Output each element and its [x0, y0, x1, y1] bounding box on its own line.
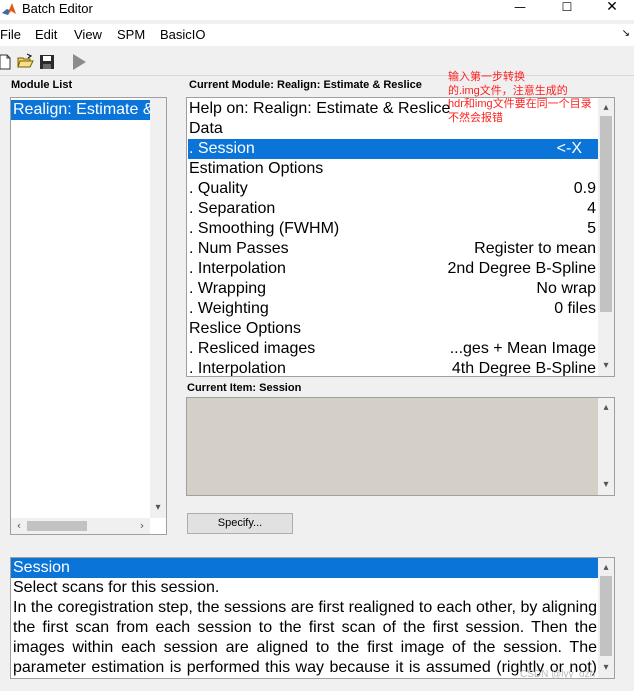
module-row-value: <-X [556, 140, 582, 157]
module-row-value: 4th Degree B-Spline [451, 360, 596, 377]
matlab-app-icon [2, 3, 16, 15]
module-row[interactable]: . Session <-X [188, 139, 598, 159]
scroll-right-icon[interactable]: › [134, 518, 150, 534]
scroll-down-icon[interactable]: ▾ [598, 660, 614, 676]
annotation-line: hdr和img文件要在同一个目录 [448, 98, 592, 110]
module-row-label: . Resliced images [189, 340, 316, 357]
module-row-label: . Separation [189, 200, 276, 217]
minimize-button[interactable]: — [498, 0, 542, 16]
menu-edit[interactable]: Edit [35, 27, 57, 43]
menu-bar: File Edit View SPM BasicIO ↘ [0, 24, 634, 46]
module-row-value: Register to mean [474, 240, 596, 257]
module-row-value: 5 [587, 220, 596, 237]
module-row[interactable]: . Wrapping No wrap [188, 279, 598, 299]
help-panel: Session Select scans for this session. I… [10, 557, 615, 679]
module-row-label: Help on: Realign: Estimate & Reslice [189, 100, 451, 117]
close-button[interactable]: ✕ [590, 0, 634, 16]
current-module-vscrollbar[interactable]: ▴ ▾ [598, 98, 614, 376]
module-row-value: 0 files [554, 300, 596, 317]
module-row[interactable]: Reslice Options [188, 319, 598, 339]
menu-file[interactable]: File [0, 27, 21, 43]
module-row-label: . Interpolation [189, 360, 286, 377]
menu-view[interactable]: View [74, 27, 102, 43]
module-row[interactable]: . Smoothing (FWHM) 5 [188, 219, 598, 239]
module-row-label: . Smoothing (FWHM) [189, 220, 340, 237]
scroll-up-icon[interactable]: ▴ [598, 560, 614, 576]
module-row-label: Reslice Options [189, 320, 302, 337]
current-item-vscrollbar[interactable]: ▴ ▾ [598, 398, 614, 495]
module-list-hscrollbar[interactable]: ‹ › [11, 518, 150, 534]
module-row-label: . Weighting [189, 300, 269, 317]
dock-arrow-icon[interactable]: ↘ [622, 28, 630, 39]
module-row-label: Data [189, 120, 223, 137]
open-folder-icon[interactable] [16, 53, 34, 71]
module-row[interactable]: . Resliced images ...ges + Mean Image [188, 339, 598, 359]
menu-spm[interactable]: SPM [117, 27, 145, 43]
help-lead: Select scans for this session. [13, 579, 220, 596]
run-icon[interactable] [70, 53, 88, 71]
maximize-button[interactable]: ☐ [545, 0, 589, 16]
help-vscrollbar[interactable]: ▴ ▾ [598, 558, 614, 678]
annotation-note: 输入第一步转换 的.img文件，注意生成的 hdr和img文件要在同一个目录 不… [448, 71, 623, 125]
module-row-label: . Wrapping [189, 280, 267, 297]
module-row[interactable]: . Num Passes Register to mean [188, 239, 598, 259]
module-row[interactable]: . Weighting 0 files [188, 299, 598, 319]
module-list-vscrollbar[interactable]: ▾ [150, 98, 166, 518]
scroll-down-icon[interactable]: ▾ [150, 500, 166, 516]
current-module-panel: Help on: Realign: Estimate & Reslice Data… [186, 97, 615, 377]
module-row-label: . Num Passes [189, 240, 289, 257]
module-row[interactable]: . Separation 4 [188, 199, 598, 219]
module-row-label: . Quality [189, 180, 248, 197]
specify-button[interactable]: Specify... [187, 513, 293, 534]
window-title: Batch Editor [22, 1, 93, 16]
scroll-up-icon[interactable]: ▴ [598, 400, 614, 416]
scroll-left-icon[interactable]: ‹ [11, 518, 27, 534]
module-row[interactable]: . Interpolation 2nd Degree B-Spline [188, 259, 598, 279]
module-row-value: 4 [587, 200, 596, 217]
annotation-line: 输入第一步转换 [448, 71, 525, 83]
module-row-value: No wrap [536, 280, 596, 297]
module-list-item[interactable]: Realign: Estimate & Reslice [11, 100, 150, 120]
annotation-line: 不然会报错 [448, 111, 503, 124]
vscroll-thumb[interactable] [600, 116, 612, 312]
module-list-heading: Module List [11, 79, 73, 91]
save-icon[interactable] [38, 53, 56, 71]
hscroll-thumb[interactable] [27, 521, 87, 531]
watermark: CSDN @lyy_ozh [520, 669, 596, 680]
help-title: Session [11, 558, 599, 578]
new-file-icon[interactable] [0, 53, 14, 71]
scroll-down-icon[interactable]: ▾ [598, 358, 614, 374]
help-body: In the coregistration step, the sessions… [13, 599, 597, 676]
module-row[interactable]: . Quality 0.9 [188, 179, 598, 199]
module-list-panel: Realign: Estimate & Reslice ▾ ‹ › [10, 97, 167, 535]
annotation-line: 的.img文件，注意生成的 [448, 84, 568, 97]
title-bar: Batch Editor — ☐ ✕ [0, 0, 634, 20]
module-row-value: ...ges + Mean Image [449, 340, 596, 357]
current-item-panel[interactable]: ▴ ▾ [186, 397, 615, 496]
module-row-value: 2nd Degree B-Spline [447, 260, 596, 277]
module-row[interactable]: . Interpolation 4th Degree B-Spline [188, 359, 598, 377]
module-row-label: Estimation Options [189, 160, 324, 177]
vscroll-thumb[interactable] [600, 576, 612, 656]
current-item-heading: Current Item: Session [187, 382, 302, 394]
scroll-down-icon[interactable]: ▾ [598, 477, 614, 493]
module-row-label: . Session [189, 140, 255, 157]
current-module-heading: Current Module: Realign: Estimate & Resl… [189, 79, 422, 91]
module-row[interactable]: Estimation Options [188, 159, 598, 179]
module-row-label: . Interpolation [189, 260, 286, 277]
menu-basicio[interactable]: BasicIO [160, 27, 206, 43]
module-row-value: 0.9 [573, 180, 596, 197]
